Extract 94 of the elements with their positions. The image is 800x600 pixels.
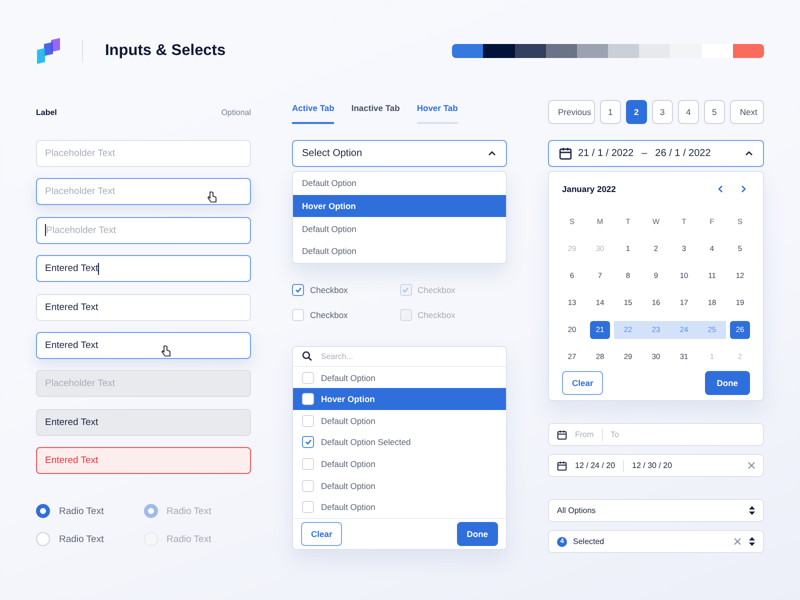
checkbox-option[interactable]: Checkbox	[292, 284, 400, 296]
select-value: All Options	[557, 506, 596, 515]
previous-button[interactable]: Previous	[548, 100, 595, 124]
search-icon	[302, 351, 312, 362]
tab[interactable]: Inactive Tab	[351, 100, 400, 124]
checkbox-label: Checkbox	[418, 284, 456, 295]
check-icon	[294, 286, 302, 293]
option-label: Default Option	[321, 480, 376, 491]
end-date: 26 / 1 / 2022	[655, 148, 711, 159]
text-input-field[interactable]: Entered Text	[36, 408, 251, 436]
sort-arrows-icon	[749, 537, 755, 546]
calendar-icon	[557, 430, 567, 440]
calendar-icon	[557, 460, 567, 470]
checkbox-label: Checkbox	[310, 284, 348, 295]
pointer-cursor-icon	[207, 191, 217, 204]
field-label: Label	[36, 108, 57, 116]
radio-label: Radio Text	[166, 534, 212, 545]
sort-arrows-icon	[749, 506, 755, 515]
page-button[interactable]: 1	[600, 100, 621, 124]
page-button[interactable]: 3	[652, 100, 673, 124]
select-field[interactable]: All Options	[548, 499, 764, 522]
chevron-left-icon	[718, 185, 723, 193]
calendar-icon	[559, 147, 572, 160]
select-value: Selected	[573, 537, 604, 546]
page-button[interactable]: 2	[626, 100, 647, 124]
clear-button[interactable]	[748, 462, 755, 469]
multiselect-option[interactable]: Default Option	[293, 410, 506, 432]
clear-button[interactable]	[734, 538, 741, 545]
chevron-up-icon	[745, 151, 753, 156]
text-caret	[45, 224, 46, 236]
option-label: Default Option	[321, 458, 376, 469]
check-icon	[402, 286, 409, 293]
checkbox[interactable]	[302, 436, 314, 448]
multiselect-option[interactable]: Default Option	[293, 496, 506, 518]
radio-label: Radio Text	[59, 534, 104, 545]
multiselect-option[interactable]: Default Option	[293, 453, 506, 475]
dropdown-option[interactable]: Default Option	[293, 172, 506, 195]
done-button[interactable]: Done	[456, 522, 498, 546]
option-label: Default Option	[321, 416, 376, 426]
close-icon	[734, 538, 741, 545]
radio-button[interactable]	[36, 504, 50, 518]
date-range-field[interactable]: 12 / 24 / 20 12 / 30 / 20	[548, 454, 764, 477]
range-dash: –	[642, 148, 648, 159]
clear-button[interactable]: Clear	[301, 522, 342, 546]
multiselect-option[interactable]: Default Option Selected	[293, 432, 506, 454]
month-title: January 2022	[562, 184, 616, 194]
dropdown-option[interactable]: Hover Option	[293, 194, 506, 218]
sort-button[interactable]	[749, 537, 755, 546]
start-date: 21 / 1 / 2022	[578, 148, 634, 159]
dropdown-option[interactable]: Default Option	[293, 240, 506, 263]
radio-label: Radio Text	[59, 506, 104, 517]
option-label: Default Option	[321, 372, 376, 383]
check-icon	[304, 439, 312, 446]
sort-button[interactable]	[749, 506, 755, 515]
from-placeholder: From	[575, 430, 594, 439]
optional-hint: Optional	[221, 108, 251, 116]
tab[interactable]: Active Tab	[292, 100, 334, 124]
radio-option[interactable]: Radio Text	[36, 532, 144, 546]
text-input-field[interactable]: Entered Text	[36, 447, 251, 474]
chevron-up-icon	[488, 151, 496, 156]
text-input-field[interactable]: Entered Text	[36, 332, 251, 359]
checkbox-option[interactable]: Checkbox	[292, 308, 400, 321]
page-button[interactable]: 5	[704, 100, 725, 124]
option-label: Default Option Selected	[321, 437, 411, 448]
pointer-cursor-icon	[161, 344, 171, 357]
done-button[interactable]: Done	[704, 371, 750, 395]
option-label: Hover Option	[321, 394, 375, 404]
checkbox-label: Checkbox	[418, 310, 456, 320]
chevron-right-icon	[741, 185, 746, 193]
to-date: 12 / 30 / 20	[632, 461, 672, 470]
search-field[interactable]: Search...	[319, 350, 497, 362]
checkbox-label: Checkbox	[310, 310, 348, 320]
page-title: Inputs & Selects	[105, 42, 226, 60]
text-input-field[interactable]: Entered Text	[36, 255, 251, 282]
multiselect-option[interactable]: Default Option	[293, 474, 506, 496]
from-date: 12 / 24 / 20	[575, 461, 616, 470]
date-range-field[interactable]: 21 / 1 / 2022 – 26 / 1 / 2022	[548, 140, 764, 167]
text-input-field[interactable]: Entered Text	[36, 294, 251, 321]
page-button[interactable]: 4	[678, 100, 699, 124]
dropdown-option[interactable]: Default Option	[293, 217, 506, 240]
radio-option[interactable]: Radio Text	[36, 504, 144, 518]
to-placeholder: To	[610, 430, 620, 439]
text-caret	[98, 262, 100, 275]
radio-label: Radio Text	[166, 506, 212, 517]
clear-button[interactable]: Clear	[562, 371, 604, 395]
select-dropdown[interactable]: Select Option	[292, 140, 507, 167]
option-label: Default Option	[321, 502, 376, 512]
multiselect-option[interactable]: Default Option	[293, 366, 506, 388]
close-icon	[748, 462, 755, 469]
checkbox[interactable]	[292, 284, 304, 296]
multiselect-option[interactable]: Hover Option	[293, 388, 506, 410]
tab[interactable]: Hover Tab	[416, 100, 458, 124]
logo-icon	[36, 38, 62, 64]
next-button[interactable]: Next	[730, 100, 764, 124]
